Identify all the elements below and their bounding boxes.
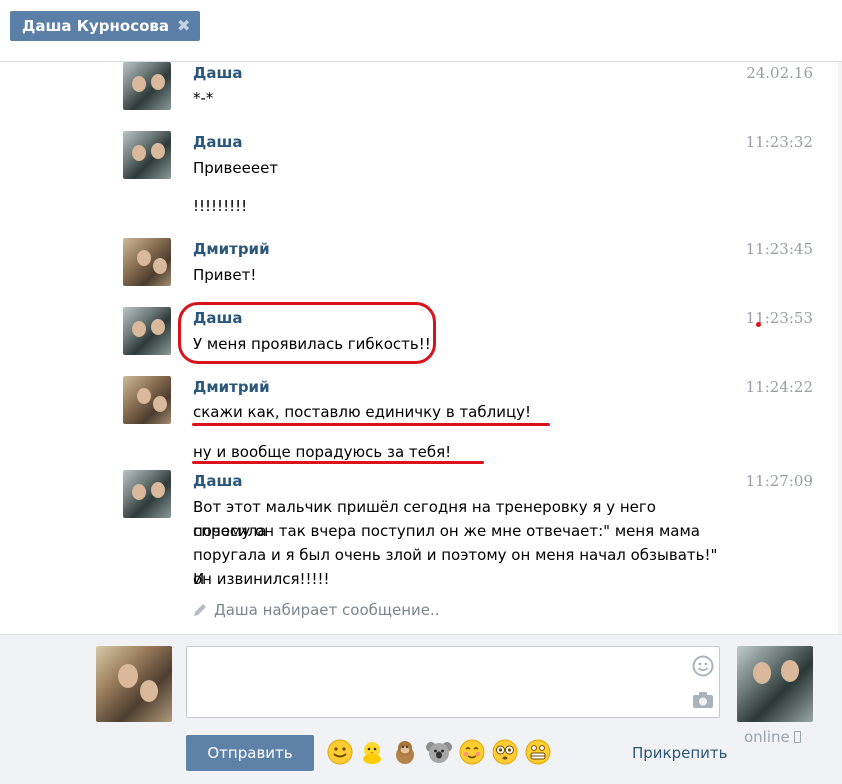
dialog-tab[interactable]: Даша Курносова ✖ <box>10 11 201 41</box>
typing-indicator: Даша набирает сообщение.. <box>192 601 440 619</box>
blush-emoji[interactable] <box>458 738 486 766</box>
send-button[interactable]: Отправить <box>186 735 314 771</box>
scrollbar[interactable] <box>838 62 842 634</box>
avatar-dasha[interactable] <box>123 62 171 110</box>
message-author[interactable]: Дмитрий <box>193 240 270 258</box>
message-time: 11:24:22 <box>745 378 813 396</box>
my-avatar[interactable] <box>96 646 172 722</box>
red-circle-annotation <box>178 302 436 364</box>
typing-text: Даша набирает сообщение.. <box>214 601 440 619</box>
avatar-dasha[interactable] <box>123 131 171 179</box>
grimace-emoji[interactable] <box>524 738 552 766</box>
message-text: Привет! <box>193 266 257 284</box>
smile-emoji[interactable] <box>326 738 354 766</box>
message-text: он извинился!!!!! <box>193 570 330 588</box>
message-text: *-* <box>193 89 214 107</box>
red-dot-annotation <box>756 322 761 327</box>
message-text: скажи как, поставлю единичку в таблицу! <box>193 403 532 421</box>
message-time: 11:23:32 <box>745 133 813 151</box>
koala-emoji[interactable] <box>425 738 453 766</box>
camera-icon[interactable] <box>692 691 714 709</box>
avatar-dmitry[interactable] <box>123 238 171 286</box>
peer-avatar[interactable] <box>737 646 813 722</box>
avatar-dasha[interactable] <box>123 470 171 518</box>
message-author[interactable]: Дмитрий <box>193 378 270 396</box>
online-status: online <box>744 728 801 746</box>
smile-icon[interactable] <box>692 655 714 677</box>
dialog-header: Даша Курносова ✖ <box>0 0 842 62</box>
message-author[interactable]: Даша <box>193 64 243 82</box>
message-input[interactable] <box>186 646 720 718</box>
close-icon[interactable]: ✖ <box>177 11 190 41</box>
online-text: online <box>744 728 790 746</box>
avatar-dmitry[interactable] <box>123 376 171 424</box>
monkey-emoji[interactable] <box>391 738 419 766</box>
message-text: Привеееет <box>193 159 279 177</box>
chick-emoji[interactable] <box>358 738 386 766</box>
red-underline-annotation <box>192 423 550 426</box>
message-author[interactable]: Даша <box>193 133 243 151</box>
mobile-icon <box>793 731 801 743</box>
message-time: 24.02.16 <box>746 64 813 82</box>
message-time: 11:23:45 <box>745 240 813 258</box>
flushed-emoji[interactable] <box>491 738 519 766</box>
message-text: почему он так вчера поступил он же мне о… <box>193 522 700 540</box>
pencil-icon <box>194 604 206 616</box>
avatar-dasha[interactable] <box>123 307 171 355</box>
attach-link[interactable]: Прикрепить <box>632 744 728 762</box>
message-author[interactable]: Даша <box>193 472 243 490</box>
red-underline-annotation <box>192 461 484 464</box>
message-text: !!!!!!!!! <box>193 197 248 215</box>
message-time: 11:27:09 <box>745 472 813 490</box>
tab-title: Даша Курносова <box>22 17 170 35</box>
